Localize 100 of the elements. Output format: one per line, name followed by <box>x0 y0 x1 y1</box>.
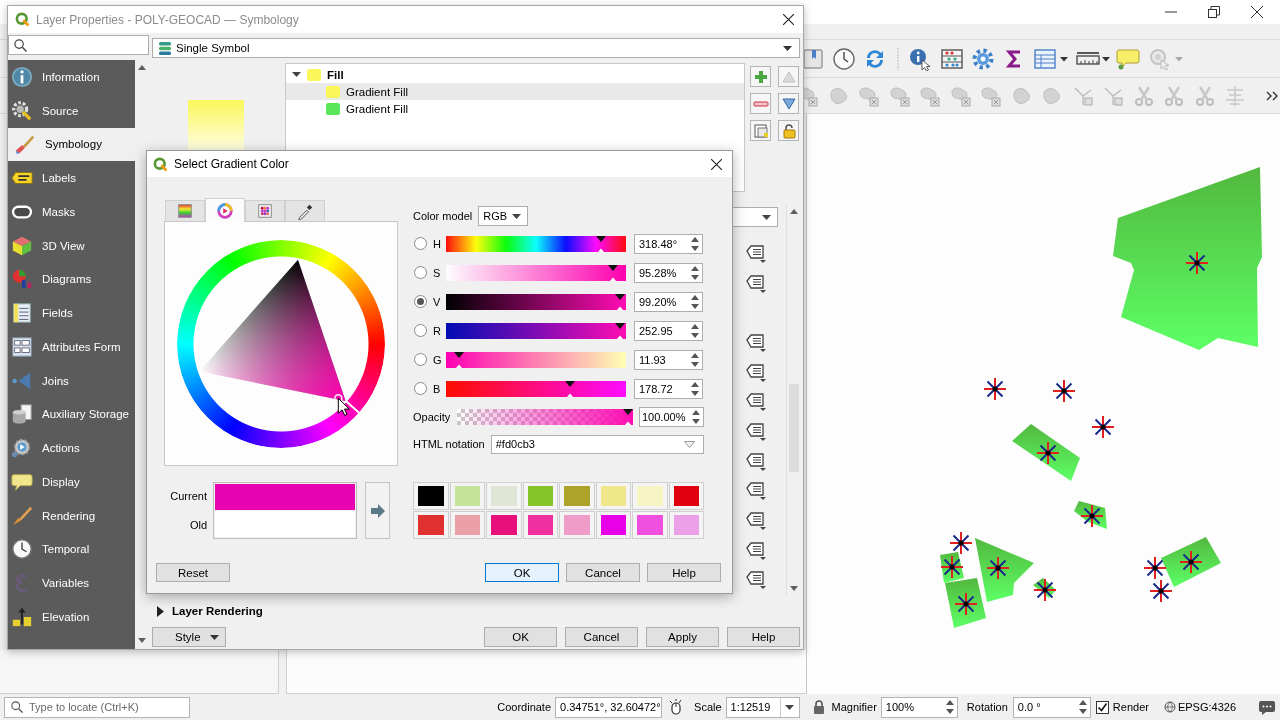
color-picker-handle[interactable] <box>334 393 343 403</box>
color-swatch[interactable] <box>668 482 704 510</box>
color-swatch[interactable] <box>413 482 449 510</box>
caret-icon[interactable] <box>512 213 522 219</box>
channel-slider-track[interactable] <box>446 351 626 368</box>
dialog-button[interactable]: Help <box>727 627 800 647</box>
identify-icon[interactable] <box>908 46 932 71</box>
lock-button[interactable] <box>778 120 799 141</box>
sidebar-item[interactable]: Attributes Form <box>8 330 135 364</box>
sidebar-item[interactable]: Display <box>8 465 135 499</box>
color-tab[interactable] <box>285 200 325 221</box>
color-swatch[interactable] <box>595 482 631 510</box>
sidebar-item[interactable]: Temporal <box>8 532 135 567</box>
hue-ring-handle[interactable] <box>344 399 360 414</box>
opacity-spinbox[interactable]: 100.00% <box>639 407 704 427</box>
duplicate-layer-button[interactable] <box>750 120 771 141</box>
caret-icon[interactable] <box>210 634 219 640</box>
value-spinbox[interactable]: 252.95 <box>634 320 703 341</box>
spin-arrows-icon[interactable] <box>945 700 954 714</box>
restore-icon[interactable] <box>1207 6 1220 18</box>
radio-button[interactable] <box>414 266 427 279</box>
sidebar-item[interactable]: Elevation <box>8 600 135 634</box>
color-model-dropdown[interactable]: RGB <box>478 206 529 226</box>
color-tab[interactable] <box>205 198 245 222</box>
spin-arrows-icon[interactable] <box>691 294 699 309</box>
color-swatch[interactable] <box>449 482 485 510</box>
caret-icon[interactable] <box>783 45 792 51</box>
renderer-dropdown[interactable]: Single Symbol <box>152 38 800 58</box>
crs-button[interactable]: EPSG:4326 <box>1163 701 1236 713</box>
move-down-button[interactable] <box>778 93 799 114</box>
slider-handle[interactable] <box>614 322 625 339</box>
sidebar-item[interactable]: Variables <box>8 566 135 600</box>
apply-color-button[interactable] <box>365 482 390 539</box>
expand-arrow-icon[interactable] <box>156 605 165 617</box>
color-tab[interactable] <box>165 200 205 221</box>
color-swatch[interactable] <box>632 511 668 539</box>
color-tab[interactable] <box>245 200 285 221</box>
tree-item[interactable]: Fill <box>286 66 744 83</box>
spin-arrows-icon[interactable] <box>691 236 699 251</box>
rotation-spinbox[interactable]: 0.0 ° <box>1012 696 1091 718</box>
color-swatch[interactable] <box>632 482 668 510</box>
dialog-button[interactable]: Apply <box>646 627 719 647</box>
tree-item[interactable]: Gradient Fill <box>286 100 744 117</box>
sidebar-item[interactable]: Symbology <box>8 127 135 162</box>
color-swatch[interactable] <box>486 482 522 510</box>
sidebar-item[interactable]: Actions <box>8 431 135 465</box>
clock-icon[interactable] <box>832 46 856 71</box>
slider-handle[interactable] <box>454 351 464 368</box>
radio-button[interactable] <box>414 295 427 308</box>
message-bubble-icon[interactable] <box>1259 699 1275 715</box>
scroll-down-arrow-icon[interactable] <box>789 586 798 591</box>
spin-arrows-icon[interactable] <box>691 381 699 396</box>
scroll-up-arrow-icon[interactable] <box>137 65 146 70</box>
locator-search-field[interactable]: Type to locate (Ctrl+K) <box>4 696 190 718</box>
dropdown[interactable] <box>732 207 778 227</box>
sidebar-item[interactable]: Masks <box>8 195 135 229</box>
sidebar-item[interactable]: Labels <box>8 161 135 195</box>
magnifier-spinbox[interactable]: 100% <box>880 696 958 718</box>
settings-icon[interactable] <box>971 46 995 71</box>
value-spinbox[interactable]: 318.48° <box>634 233 703 254</box>
dialog-button[interactable]: Help <box>647 563 721 582</box>
color-swatch[interactable] <box>668 511 704 539</box>
list-dropdown-icon[interactable] <box>745 568 767 591</box>
radio-button[interactable] <box>414 237 427 250</box>
remove-layer-button[interactable] <box>750 93 771 114</box>
channel-slider-track[interactable] <box>446 322 626 339</box>
channel-slider-track[interactable] <box>446 380 626 397</box>
collapse-arrow-icon[interactable] <box>292 70 301 79</box>
list-dropdown-icon[interactable] <box>745 390 767 413</box>
list-dropdown-icon[interactable] <box>745 509 767 532</box>
color-swatch[interactable] <box>413 511 449 539</box>
slider-handle[interactable] <box>596 235 607 252</box>
channel-slider-track[interactable] <box>446 264 626 281</box>
scroll-up-arrow-icon[interactable] <box>789 209 798 214</box>
radio-button[interactable] <box>414 324 427 337</box>
close-icon[interactable] <box>783 14 794 25</box>
spin-arrows-icon[interactable] <box>691 352 699 367</box>
scroll-down-arrow-icon[interactable] <box>137 638 146 643</box>
mouse-icon[interactable] <box>669 699 684 715</box>
section-header[interactable]: Layer Rendering <box>152 603 263 619</box>
caret-icon[interactable] <box>762 214 771 220</box>
spin-arrows-icon[interactable] <box>1078 700 1087 714</box>
render-checkbox[interactable] <box>1095 700 1109 714</box>
reset-button[interactable]: Reset <box>156 563 230 582</box>
slider-handle[interactable] <box>608 264 618 281</box>
spin-arrows-icon[interactable] <box>691 323 699 338</box>
html-notation-field[interactable]: #fd0cb3 <box>490 434 704 454</box>
color-swatch[interactable] <box>595 511 631 539</box>
value-spinbox[interactable]: 99.20% <box>634 291 703 312</box>
caret-icon[interactable] <box>785 704 795 710</box>
slider-handle[interactable] <box>614 293 625 310</box>
slider-handle[interactable] <box>565 380 576 397</box>
slider-handle[interactable] <box>623 409 633 425</box>
sidebar-item[interactable]: 3D View <box>8 228 135 263</box>
value-spinbox[interactable]: 178.72 <box>634 378 703 399</box>
color-swatch[interactable] <box>522 482 558 510</box>
radio-button[interactable] <box>414 382 427 395</box>
add-layer-button[interactable] <box>750 66 771 87</box>
color-swatch[interactable] <box>449 511 485 539</box>
channel-slider-track[interactable] <box>446 293 626 310</box>
